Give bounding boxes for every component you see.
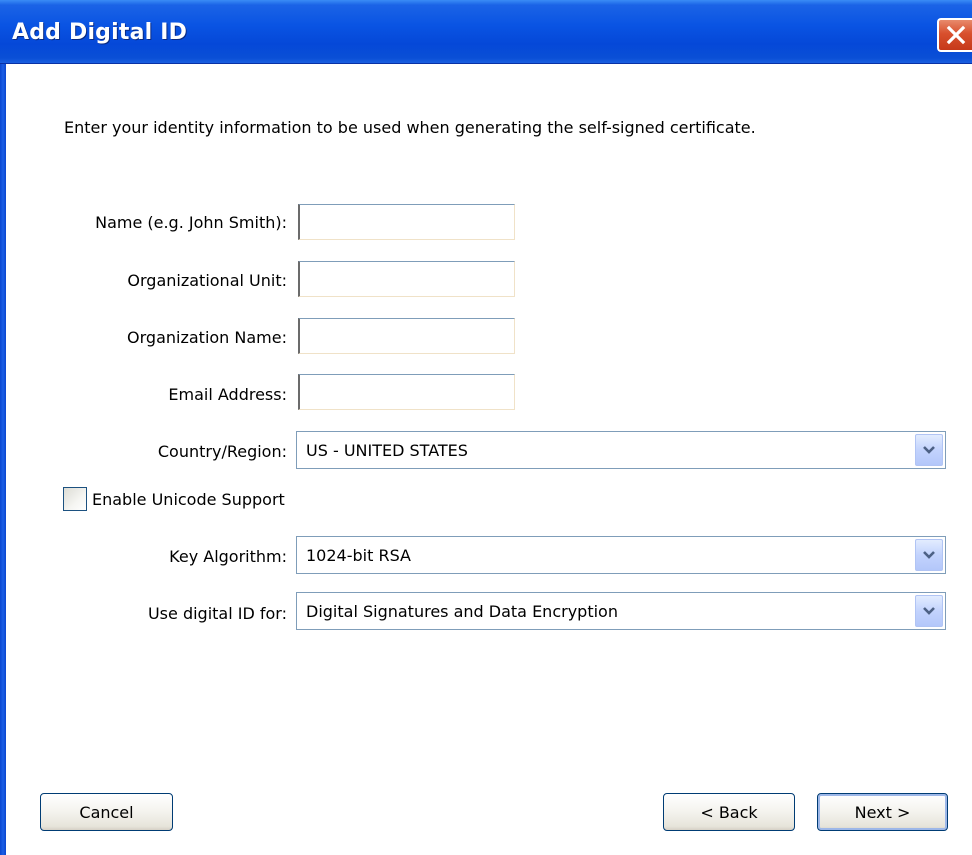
intro-text: Enter your identity information to be us… bbox=[64, 118, 756, 137]
key-algorithm-dropdown-button[interactable] bbox=[915, 539, 943, 571]
email-input[interactable] bbox=[298, 374, 515, 410]
next-button[interactable]: Next > bbox=[817, 793, 948, 831]
key-algorithm-label: Key Algorithm: bbox=[169, 547, 287, 566]
unicode-support-label[interactable]: Enable Unicode Support bbox=[92, 490, 285, 509]
chevron-down-icon bbox=[923, 607, 935, 615]
back-button[interactable]: < Back bbox=[663, 793, 795, 831]
use-for-dropdown-button[interactable] bbox=[915, 595, 943, 627]
unicode-support-row[interactable]: Enable Unicode Support bbox=[63, 487, 285, 511]
country-select-value: US - UNITED STATES bbox=[306, 441, 468, 460]
use-for-select-value: Digital Signatures and Data Encryption bbox=[306, 602, 618, 621]
country-select[interactable]: US - UNITED STATES bbox=[296, 431, 946, 469]
country-label: Country/Region: bbox=[157, 442, 287, 461]
unicode-support-checkbox[interactable] bbox=[63, 487, 87, 511]
use-for-select[interactable]: Digital Signatures and Data Encryption bbox=[296, 592, 946, 630]
window-left-border bbox=[0, 64, 6, 855]
email-label: Email Address: bbox=[168, 385, 287, 404]
chevron-down-icon bbox=[923, 551, 935, 559]
use-for-label: Use digital ID for: bbox=[147, 604, 287, 623]
name-label: Name (e.g. John Smith): bbox=[95, 213, 287, 232]
window-title: Add Digital ID bbox=[12, 20, 188, 45]
org-unit-label: Organizational Unit: bbox=[127, 271, 287, 290]
org-unit-input[interactable] bbox=[298, 261, 515, 297]
org-name-label: Organization Name: bbox=[127, 328, 287, 347]
org-name-input[interactable] bbox=[298, 318, 515, 354]
title-bar[interactable]: Add Digital ID bbox=[0, 0, 972, 64]
cancel-button[interactable]: Cancel bbox=[40, 793, 173, 831]
add-digital-id-dialog: Add Digital ID Enter your identity infor… bbox=[0, 0, 972, 855]
country-dropdown-button[interactable] bbox=[915, 434, 943, 466]
key-algorithm-select-value: 1024-bit RSA bbox=[306, 546, 411, 565]
chevron-down-icon bbox=[923, 446, 935, 454]
name-input[interactable] bbox=[298, 204, 515, 240]
close-button[interactable] bbox=[937, 18, 972, 52]
close-icon bbox=[946, 25, 965, 45]
key-algorithm-select[interactable]: 1024-bit RSA bbox=[296, 536, 946, 574]
